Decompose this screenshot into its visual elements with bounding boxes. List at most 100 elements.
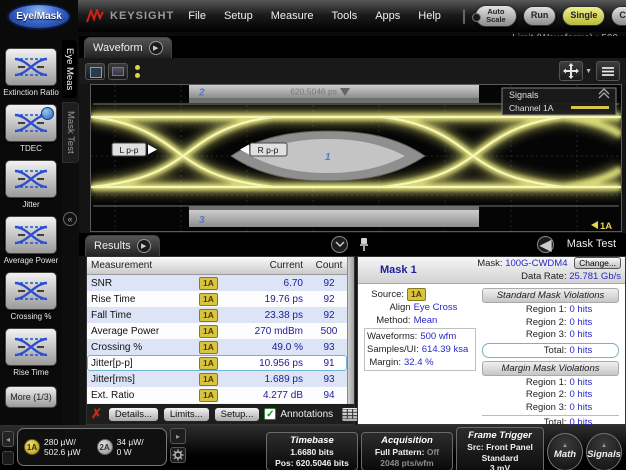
- result-row[interactable]: Crossing % 1A 49.0 % 93: [87, 339, 347, 355]
- collapse-sidebar-button[interactable]: «: [63, 212, 77, 226]
- tiled-display-button[interactable]: [108, 63, 128, 80]
- panel-grip[interactable]: [2, 451, 14, 465]
- setting-label: Align Method:: [358, 301, 411, 327]
- signals-legend[interactable]: Signals Channel 1A: [502, 88, 616, 115]
- single-display-button[interactable]: [85, 63, 105, 80]
- more-measurements-button[interactable]: More (1/3): [5, 386, 57, 408]
- source-badge: 1A: [199, 325, 218, 338]
- waveform-menu-button[interactable]: [596, 61, 620, 81]
- source-badge: 1A: [199, 277, 218, 290]
- annotations-control[interactable]: ✓ Annotations: [264, 408, 333, 420]
- status-info-panels: Timebase 1.6680 bits Pos: 620.5046 bits …: [266, 427, 622, 470]
- tab-eye-meas[interactable]: Eye Meas: [62, 40, 77, 98]
- frame-trigger-panel[interactable]: Frame Trigger Src: Front Panel Standard …: [456, 427, 544, 470]
- result-row[interactable]: SNR 1A 6.70 92: [87, 275, 347, 291]
- clear-button[interactable]: Clear: [611, 6, 626, 26]
- eye-measurement-icon[interactable]: [5, 216, 57, 254]
- result-row[interactable]: Ext. Ratio 1A 4.277 dB 94: [87, 387, 347, 403]
- region-label: Region 1:: [495, 377, 567, 390]
- source-badge: 1A: [199, 357, 218, 370]
- tab-mask-test[interactable]: Mask Test: [62, 102, 79, 163]
- results-tab[interactable]: Results ▶: [85, 235, 160, 256]
- result-row[interactable]: Fall Time 1A 23.38 ps 92: [87, 307, 347, 323]
- waveform-menu-play-icon[interactable]: ▶: [149, 41, 163, 55]
- menu-item[interactable]: Setup: [224, 10, 253, 22]
- details-button[interactable]: Details...: [108, 407, 159, 422]
- sidebar-tool[interactable]: Jitter: [0, 160, 62, 209]
- eye-diagram-icon: [13, 222, 49, 248]
- scroll-left-button[interactable]: ◂: [2, 431, 14, 447]
- channel-1a-readout[interactable]: 1A 280 µW/ 502.6 µW: [24, 437, 81, 457]
- math-button[interactable]: ▲ Math: [547, 433, 583, 470]
- annotations-checkbox[interactable]: ✓: [264, 408, 276, 420]
- channel-settings-button[interactable]: [170, 447, 186, 463]
- menu-item[interactable]: Tools: [332, 10, 358, 22]
- result-row[interactable]: Jitter[rms] 1A 1.689 ps 93: [87, 371, 347, 387]
- signals-button[interactable]: ▲ Signals: [586, 433, 622, 470]
- region-value: 0 hits: [567, 377, 607, 390]
- auto-scale-button[interactable]: Auto Scale: [475, 5, 517, 27]
- menu-item[interactable]: Apps: [375, 10, 400, 22]
- timebase-panel[interactable]: Timebase 1.6680 bits Pos: 620.5046 bits: [266, 432, 358, 470]
- column-count: Count: [309, 260, 349, 271]
- collapse-results-button[interactable]: [331, 236, 348, 253]
- results-menu-play-icon[interactable]: ▶: [137, 239, 151, 253]
- run-button[interactable]: Run: [523, 6, 557, 26]
- waveform-tab[interactable]: Waveform ▶: [84, 37, 172, 58]
- channel-2a-readout[interactable]: 2A 34 µW/ 0 W: [97, 437, 144, 457]
- chevron-down-icon: [335, 241, 345, 249]
- eye-diagram-icon: [13, 54, 49, 80]
- delete-measurement-button[interactable]: ✗: [91, 406, 102, 422]
- eye-measurement-icon[interactable]: [5, 104, 57, 142]
- channel-marker-label: 1A: [600, 221, 612, 231]
- eye-mask-mode-button[interactable]: Eye/Mask: [7, 3, 71, 30]
- result-row[interactable]: Rise Time 1A 19.76 ps 92: [87, 291, 347, 307]
- change-mask-button[interactable]: Change...: [574, 257, 621, 269]
- sidebar-tool[interactable]: Extinction Ratio: [0, 48, 62, 97]
- results-header-bar: Results ▶ ◀ Mask Test: [79, 233, 626, 256]
- menu-item[interactable]: Help: [418, 10, 441, 22]
- mask-stat-row: Waveforms: 500 wfm: [367, 330, 473, 343]
- setup-button[interactable]: Setup...: [214, 407, 261, 422]
- single-button[interactable]: Single: [562, 6, 605, 26]
- sidebar-tool-label: TDEC: [0, 144, 62, 153]
- eye-measurement-icon[interactable]: [5, 48, 57, 86]
- result-row[interactable]: Jitter[p-p] 1A 10.956 ps 91: [87, 355, 347, 371]
- pan-button[interactable]: [559, 61, 583, 81]
- mask-label: Mask:: [477, 258, 502, 269]
- waveform-tab-label: Waveform: [93, 42, 143, 54]
- sidebar-tool[interactable]: TDEC: [0, 104, 62, 153]
- sidebar-tool[interactable]: Average Power: [0, 216, 62, 265]
- menu-item[interactable]: File: [188, 10, 206, 22]
- mask-region-3[interactable]: 3: [189, 206, 479, 227]
- measurement-sidebar: Extinction Ratio TDEC: [0, 40, 62, 425]
- mask-region-2[interactable]: 620.5046 ps 2: [189, 85, 479, 103]
- sidebar-tool[interactable]: Rise Time: [0, 328, 62, 377]
- mask-stat-row: Samples/UI: 614.39 ksa: [367, 343, 473, 356]
- left-pp-marker[interactable]: L p-p: [112, 143, 157, 156]
- results-scrollbar[interactable]: [347, 257, 354, 404]
- result-row[interactable]: Average Power 1A 270 mdBm 500: [87, 323, 347, 339]
- mask-stats-box: Waveforms: 500 wfm Samples/UI: 614.39 ks…: [364, 328, 476, 371]
- pushpin-icon: [358, 237, 370, 252]
- mask-test-back-button[interactable]: ◀: [537, 236, 554, 253]
- pan-dropdown-icon[interactable]: ▼: [585, 68, 592, 75]
- eye-measurement-icon[interactable]: [5, 160, 57, 198]
- eye-diagram-icon: [13, 334, 49, 360]
- eye-diagram-plot[interactable]: 620.5046 ps 2 3 1: [90, 84, 622, 232]
- acquisition-panel[interactable]: Acquisition Full Pattern: Off 2048 pts/w…: [361, 432, 453, 470]
- eye-measurement-icon[interactable]: [5, 328, 57, 366]
- limits-button[interactable]: Limits...: [163, 407, 210, 422]
- results-tab-label: Results: [94, 240, 131, 252]
- channel-panel[interactable]: 1A 280 µW/ 502.6 µW 2A 34 µW/ 0 W: [17, 428, 167, 466]
- menu-item[interactable]: Measure: [271, 10, 314, 22]
- scroll-right-button[interactable]: ▸: [170, 428, 186, 444]
- waveform-tab-bar: Waveform ▶: [79, 36, 626, 58]
- mask-test-panel: Mask 1 Mask: 100G-CWDM4 Change... Data R…: [357, 256, 626, 425]
- pin-results-button[interactable]: [358, 237, 370, 257]
- measurement-count: 92: [309, 278, 349, 289]
- measurement-count: 94: [309, 390, 349, 401]
- sidebar-tool[interactable]: Crossing %: [0, 272, 62, 321]
- camera-icon[interactable]: [463, 9, 465, 24]
- eye-measurement-icon[interactable]: [5, 272, 57, 310]
